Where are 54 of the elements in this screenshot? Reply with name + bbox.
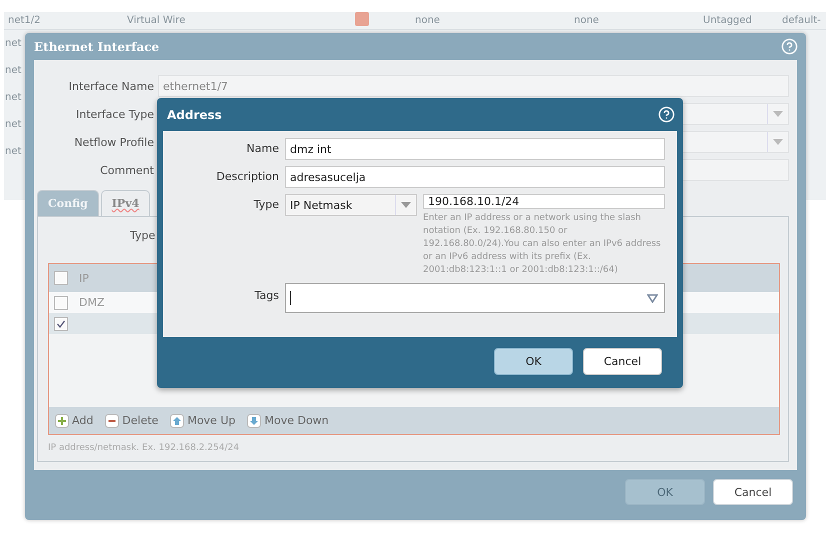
table-cell: net — [5, 92, 22, 103]
table-cell-text: default- — [781, 15, 822, 26]
table-cell-text: Untagged — [702, 15, 753, 26]
table-cell-text: none — [414, 15, 441, 26]
help-icon[interactable] — [781, 38, 798, 55]
checkbox[interactable] — [54, 271, 68, 285]
help-text: Enter an IP address or a network using the slash notation (Ex. 192.168.80.150 or 192.168.80.0/24).You can also enter an IPv6 address or an IPv6 address with its prefix (Ex. 2001:db8:123:1::1 or 2001:db8:123:1::/64) — [423, 212, 662, 277]
select-field[interactable]: IP Netmask — [285, 194, 417, 216]
help-icon[interactable] — [658, 106, 675, 123]
field-label: Interface Name — [68, 80, 155, 92]
field-label: Type — [130, 229, 156, 243]
dropdown-caret-icon — [773, 139, 783, 145]
table-cell: net — [5, 65, 22, 76]
field-label: Netflow Profile — [73, 136, 155, 148]
plus-icon — [55, 414, 69, 428]
field-label: Tags — [254, 288, 280, 304]
tab[interactable]: IPv4 — [100, 190, 150, 216]
dropdown-caret-icon — [773, 111, 783, 117]
dialog-title: Ethernet Interface — [34, 40, 160, 54]
table-cell: net — [5, 146, 22, 157]
toolbar-button[interactable]: Add — [55, 414, 94, 428]
field-label: Interface Type — [74, 108, 155, 120]
checkbox[interactable] — [54, 316, 68, 330]
checkbox[interactable] — [54, 296, 68, 310]
dialog-title: Address — [167, 108, 222, 122]
table-cell: net — [5, 38, 22, 49]
minus-icon — [105, 414, 120, 428]
dropdown-caret-icon — [647, 294, 658, 302]
table-cell-text: Virtual Wire — [126, 15, 186, 26]
arrow-up-icon — [170, 414, 184, 428]
dialog-button[interactable]: OK — [494, 348, 573, 375]
input-field[interactable]: adresasucelja — [285, 166, 665, 188]
tags-field[interactable] — [285, 283, 665, 313]
field-label: Name — [246, 141, 280, 157]
table-cell-text: net1/2 — [7, 15, 42, 26]
dialog-button[interactable]: Cancel — [713, 479, 793, 505]
hint-text: IP address/netmask. Ex. 192.168.2.254/24 — [48, 443, 240, 453]
input-field[interactable]: ethernet1/7 — [158, 75, 789, 97]
arrow-down-icon — [247, 414, 262, 428]
input-field[interactable]: dmz int — [285, 138, 665, 160]
toolbar-button[interactable]: Delete — [105, 414, 158, 428]
table-cell-text: none — [573, 15, 600, 26]
input-field[interactable]: 190.168.10.1/24 — [423, 194, 665, 209]
dropdown-caret-icon — [401, 202, 411, 208]
dialog-button[interactable]: Cancel — [583, 348, 662, 375]
table-cell-text: DMZ — [78, 296, 104, 309]
field-label: Comment — [99, 164, 155, 176]
field-label: Description — [215, 169, 280, 185]
toolbar-button[interactable]: Move Up — [170, 414, 236, 428]
column-header: IP — [78, 272, 89, 284]
checkmark-icon — [56, 318, 66, 328]
field-label: Type — [252, 197, 280, 213]
toolbar-button[interactable]: Move Down — [247, 414, 329, 428]
table-cell: net — [5, 119, 22, 130]
